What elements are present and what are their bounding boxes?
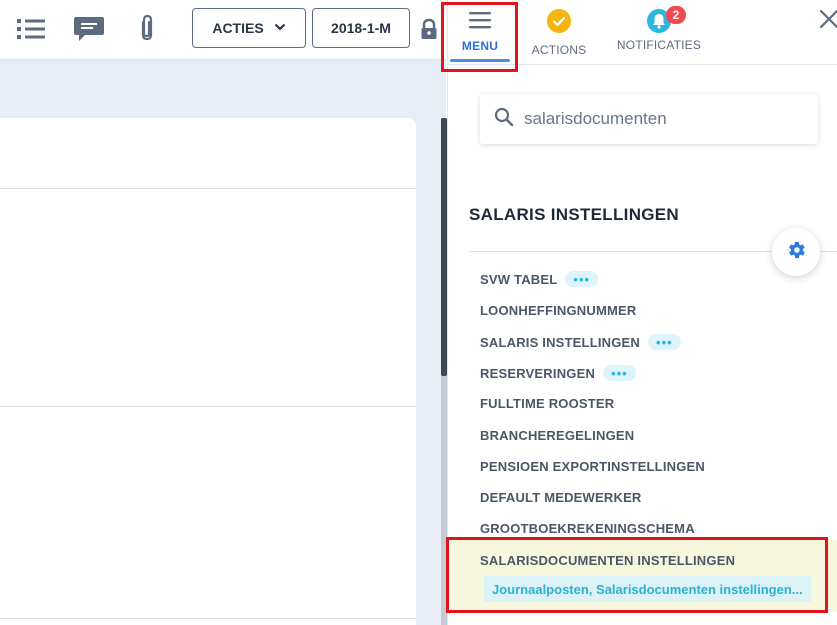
settings-button[interactable] xyxy=(772,228,820,276)
menu-item-fulltime-rooster[interactable]: FULLTIME ROOSTER xyxy=(480,396,614,411)
tab-menu-label: MENU xyxy=(461,39,499,53)
more-dots-icon[interactable]: ••• xyxy=(565,271,599,287)
acties-dropdown[interactable]: ACTIES xyxy=(192,8,306,48)
check-circle-icon xyxy=(546,8,572,39)
gear-icon xyxy=(785,239,807,266)
menu-item-loonheffingnummer[interactable]: LOONHEFFINGNUMMER xyxy=(480,303,637,318)
side-panel: MENU ACTIONS 2 NOTIFICATIES salarisdocum… xyxy=(447,0,837,625)
menu-item-label: SALARISDOCUMENTEN INSTELLINGEN xyxy=(480,553,736,568)
more-dots-icon[interactable]: ••• xyxy=(648,334,681,350)
section-title: SALARIS INSTELLINGEN xyxy=(469,205,680,224)
list-icon[interactable] xyxy=(14,12,48,46)
search-input[interactable] xyxy=(524,109,794,129)
bell-icon: 2 xyxy=(634,6,686,34)
menu-item-reserveringen[interactable]: RESERVERINGEN ••• xyxy=(480,365,636,381)
divider xyxy=(0,618,416,619)
content-card xyxy=(0,118,416,625)
tab-notificaties-label: NOTIFICATIES xyxy=(616,38,702,52)
more-dots-icon[interactable]: ••• xyxy=(603,365,636,381)
tab-actions[interactable]: ACTIONS xyxy=(530,4,588,62)
menu-item-svw-tabel[interactable]: SVW TABEL ••• xyxy=(480,271,599,287)
divider xyxy=(0,188,416,189)
toolbar: ACTIES 2018-1-M xyxy=(0,0,446,60)
menu-item-label: DEFAULT MEDEWERKER xyxy=(480,490,642,505)
menu-item-brancheregelingen[interactable]: BRANCHEREGELINGEN xyxy=(480,428,634,443)
main-area: ACTIES 2018-1-M xyxy=(0,0,446,625)
search-box[interactable] xyxy=(480,94,818,144)
active-tab-indicator xyxy=(450,59,510,62)
divider xyxy=(0,406,416,407)
menu-item-salarisdocumenten-instellingen[interactable]: SALARISDOCUMENTEN INSTELLINGEN xyxy=(480,553,735,568)
menu-item-pensioen-exportinstellingen[interactable]: PENSIOEN EXPORTINSTELLINGEN xyxy=(480,459,705,474)
menu-item-default-medewerker[interactable]: DEFAULT MEDEWERKER xyxy=(480,490,642,505)
menu-item-label: FULLTIME ROOSTER xyxy=(480,396,615,411)
search-result-path[interactable]: Journaalposten, Salarisdocumenten instel… xyxy=(484,576,811,602)
menu-item-label: LOONHEFFINGNUMMER xyxy=(480,303,637,318)
menu-item-label: SALARIS INSTELLINGEN xyxy=(480,334,641,350)
tabs-divider xyxy=(448,64,837,65)
menu-item-salaris-instellingen[interactable]: SALARIS INSTELLINGEN ••• xyxy=(480,334,681,350)
menu-item-label: GROOTBOEKREKENINGSCHEMA xyxy=(480,521,695,536)
chevron-down-icon xyxy=(274,22,286,34)
tab-actions-label: ACTIONS xyxy=(531,43,587,57)
lock-icon[interactable] xyxy=(420,18,440,40)
chat-icon[interactable] xyxy=(72,12,106,46)
menu-item-label: RESERVERINGEN xyxy=(480,365,596,381)
menu-item-grootboekrekeningschema[interactable]: GROOTBOEKREKENINGSCHEMA xyxy=(480,521,695,536)
period-selector[interactable]: 2018-1-M xyxy=(312,8,410,48)
period-label: 2018-1-M xyxy=(331,20,391,36)
menu-item-label: SVW TABEL xyxy=(480,271,558,287)
menu-item-label: BRANCHEREGELINGEN xyxy=(480,428,635,443)
search-icon xyxy=(494,107,514,132)
paperclip-icon[interactable] xyxy=(130,12,164,46)
hamburger-icon xyxy=(468,10,492,35)
tab-notificaties[interactable]: 2 NOTIFICATIES xyxy=(616,4,702,62)
close-icon[interactable] xyxy=(818,8,837,34)
menu-item-label: PENSIOEN EXPORTINSTELLINGEN xyxy=(480,459,705,474)
tab-menu[interactable]: MENU xyxy=(450,4,510,62)
acties-label: ACTIES xyxy=(212,20,264,36)
notification-badge: 2 xyxy=(666,6,686,24)
